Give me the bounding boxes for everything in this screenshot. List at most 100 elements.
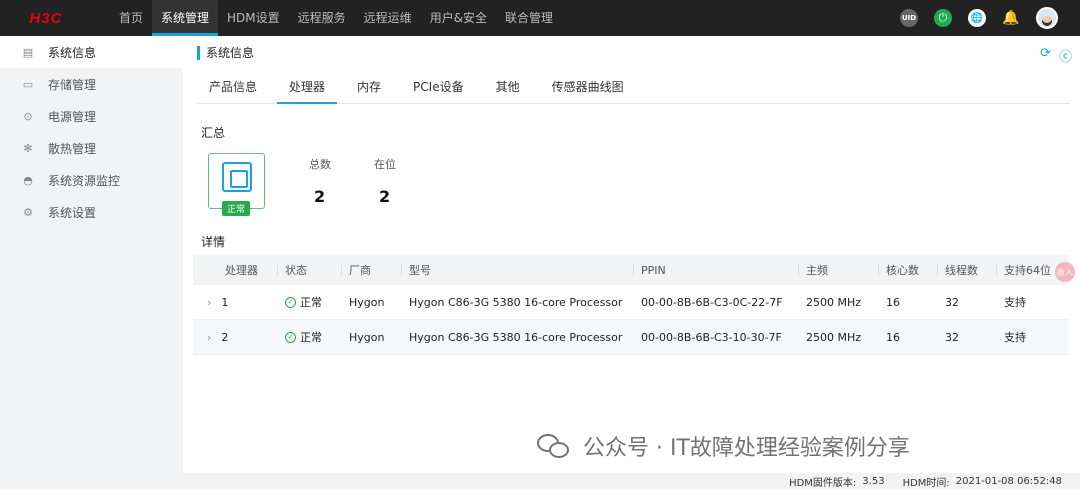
- power-icon[interactable]: ⏻: [934, 9, 952, 27]
- help-icon[interactable]: ⓒ: [1059, 46, 1072, 65]
- x64-cell: 支持: [1004, 296, 1026, 309]
- page-actions: ⟳ ⓒ: [1040, 46, 1072, 65]
- cores-cell: 16: [886, 295, 900, 309]
- col-ppin: PPIN: [633, 255, 798, 285]
- x64-cell: 支持: [1004, 331, 1026, 344]
- sidebar-item-system-settings[interactable]: ⚙ 系统设置: [0, 196, 183, 228]
- chevron-right-icon[interactable]: ›: [207, 331, 211, 344]
- cores-cell: 16: [886, 330, 900, 344]
- model-cell: Hygon C86-3G 5380 16-core Processor: [409, 295, 623, 309]
- status-text: 正常: [300, 331, 322, 344]
- frequency-cell: 2500 MHz: [806, 330, 862, 344]
- nav-hdm-settings[interactable]: HDM设置: [218, 0, 289, 36]
- check-circle-icon: ✓: [285, 331, 296, 343]
- nav-remote-service[interactable]: 远程服务: [289, 0, 355, 36]
- firmware-label: HDM固件版本:: [789, 477, 857, 489]
- processor-id-cell: › 2: [193, 320, 277, 354]
- sidebar-item-label: 电源管理: [48, 109, 97, 124]
- top-icons: UID ⏻ 🌐 🔔: [900, 0, 1058, 36]
- sidebar-item-power[interactable]: ⊙ 电源管理: [0, 100, 183, 132]
- watermark-text: 公众号 · IT故障处理经验案例分享: [583, 436, 910, 461]
- present-label: 在位: [374, 158, 396, 171]
- status-cell: ✓ 正常: [277, 285, 341, 319]
- status-footer: HDM固件版本: 3.53 HDM时间: 2021-01-08 06:52:48: [183, 473, 1080, 489]
- main-content: 系统信息 ⟳ ⓒ 产品信息 处理器 内存 PCIe设备 其他 传感器曲线图 汇总…: [183, 36, 1080, 473]
- sidebar-item-storage[interactable]: ▭ 存储管理: [0, 68, 183, 100]
- frequency-cell: 2500 MHz: [806, 295, 862, 309]
- table-header: 处理器 状态 厂商 型号 PPIN 主频 核心数 线程数 支持64位: [193, 255, 1069, 285]
- sidebar-item-resource-monitor[interactable]: ◓ 系统资源监控: [0, 164, 183, 196]
- nav-joint-management[interactable]: 联合管理: [496, 0, 562, 36]
- nav-system-management[interactable]: 系统管理: [152, 0, 219, 36]
- check-circle-icon: ✓: [285, 296, 296, 308]
- processor-id: 2: [221, 330, 229, 344]
- table-row[interactable]: › 1 ✓ 正常 Hygon Hygon C86-3G 5380 16-core…: [193, 285, 1069, 320]
- nav-user-security[interactable]: 用户&安全: [421, 0, 496, 36]
- threads-cell: 32: [945, 295, 959, 309]
- vendor-cell: Hygon: [349, 295, 385, 309]
- total-label: 总数: [309, 158, 331, 171]
- watermark: 公众号 · IT故障处理经验案例分享: [537, 430, 910, 462]
- tab-bar: 产品信息 处理器 内存 PCIe设备 其他 传感器曲线图: [197, 76, 1070, 104]
- col-vendor: 厂商: [341, 255, 401, 285]
- table-row[interactable]: › 2 ✓ 正常 Hygon Hygon C86-3G 5380 16-core…: [193, 320, 1069, 355]
- status-badge: 正常: [222, 201, 251, 216]
- gear-icon: ⚙: [23, 205, 33, 219]
- total-value: 2: [314, 187, 326, 206]
- col-cores: 核心数: [878, 255, 937, 285]
- processor-id-cell: › 1: [193, 285, 277, 319]
- power-supply-icon: ⊙: [23, 109, 33, 123]
- main-nav: 首页 系统管理 HDM设置 远程服务 远程运维 用户&安全 联合管理: [110, 0, 562, 36]
- status-text: 正常: [300, 296, 322, 309]
- monitor-icon: ◓: [23, 173, 33, 187]
- status-cell: ✓ 正常: [277, 320, 341, 354]
- sidebar-item-label: 存储管理: [48, 77, 97, 92]
- fan-icon: ✻: [23, 141, 33, 155]
- top-nav-bar: H3C 首页 系统管理 HDM设置 远程服务 远程运维 用户&安全 联合管理 U…: [0, 0, 1080, 36]
- tab-other[interactable]: 其他: [484, 76, 532, 104]
- tab-processor[interactable]: 处理器: [277, 76, 338, 104]
- threads-cell: 32: [945, 330, 959, 344]
- time-value: 2021-01-08 06:52:48: [955, 475, 1062, 487]
- col-threads: 线程数: [937, 255, 996, 285]
- vendor-cell: Hygon: [349, 330, 385, 344]
- col-processor: 处理器: [225, 264, 258, 277]
- col-frequency: 主频: [798, 255, 878, 285]
- tab-product-info[interactable]: 产品信息: [197, 76, 269, 104]
- sidebar-item-label: 散热管理: [48, 141, 97, 156]
- sidebar: ▤ 系统信息 ▭ 存储管理 ⊙ 电源管理 ✻ 散热管理 ◓ 系统资源监控 ⚙ 系…: [0, 36, 183, 489]
- processor-id: 1: [221, 295, 229, 309]
- language-icon[interactable]: 🌐: [968, 9, 986, 27]
- col-status: 状态: [277, 255, 341, 285]
- tab-pcie[interactable]: PCIe设备: [401, 76, 476, 104]
- time-label: HDM时间:: [902, 477, 950, 489]
- sidebar-item-cooling[interactable]: ✻ 散热管理: [0, 132, 183, 164]
- h3c-logo[interactable]: H3C: [6, 0, 86, 36]
- uid-icon[interactable]: UID: [900, 9, 918, 27]
- processor-table: 处理器 状态 厂商 型号 PPIN 主频 核心数 线程数 支持64位 › 1 ✓…: [193, 255, 1069, 355]
- avatar[interactable]: [1036, 7, 1058, 29]
- nav-home[interactable]: 首页: [110, 0, 152, 36]
- cpu-icon: [221, 162, 252, 192]
- cpu-summary-card: 正常: [208, 153, 265, 216]
- summary-title: 汇总: [201, 126, 226, 140]
- sidebar-item-label: 系统信息: [48, 45, 97, 60]
- chevron-right-icon[interactable]: ›: [207, 296, 211, 309]
- ppin-cell: 00-00-8B-6B-C3-10-30-7F: [641, 330, 782, 344]
- breadcrumb: 系统信息: [197, 46, 254, 60]
- nav-remote-ops[interactable]: 远程运维: [355, 0, 421, 36]
- storage-icon: ▭: [22, 77, 34, 91]
- refresh-icon[interactable]: ⟳: [1040, 46, 1051, 65]
- bell-icon[interactable]: 🔔: [1002, 9, 1020, 27]
- model-cell: Hygon C86-3G 5380 16-core Processor: [409, 330, 623, 344]
- tab-sensor-curve[interactable]: 传感器曲线图: [540, 76, 636, 104]
- sidebar-item-label: 系统资源监控: [48, 173, 121, 188]
- tab-memory[interactable]: 内存: [345, 76, 393, 104]
- present-value: 2: [379, 187, 391, 206]
- firmware-value: 3.53: [862, 475, 885, 487]
- col-model: 型号: [401, 255, 633, 285]
- sidebar-item-system-info[interactable]: ▤ 系统信息: [0, 36, 183, 68]
- details-title: 详情: [201, 235, 226, 249]
- floating-assistant-button[interactable]: 收入: [1055, 262, 1075, 282]
- ppin-cell: 00-00-8B-6B-C3-0C-22-7F: [641, 295, 783, 309]
